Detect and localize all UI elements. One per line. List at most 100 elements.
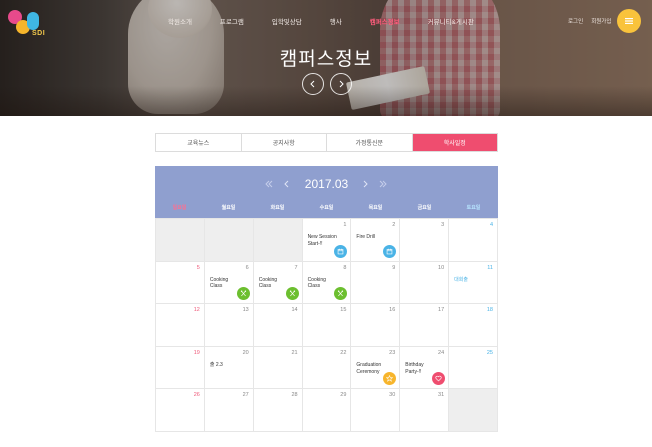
- calendar-day-cell[interactable]: 18: [449, 304, 498, 347]
- calendar-day-cell[interactable]: 10: [400, 261, 450, 305]
- calendar-day-cell[interactable]: 17: [400, 304, 450, 347]
- chevron-right-icon: [363, 180, 368, 188]
- nav-item-0[interactable]: 학원소개: [168, 16, 192, 28]
- calendar-event[interactable]: 출 2.3: [210, 362, 223, 369]
- weekday-label: 일요일: [172, 205, 187, 211]
- calendar-event[interactable]: Birthday Party-!!: [405, 362, 423, 376]
- calendar-day-cell[interactable]: 29: [302, 389, 352, 432]
- calendar-day-cell[interactable]: 12: [156, 304, 205, 347]
- calendar-day-cell[interactable]: 23 Graduation Ceremony: [351, 346, 401, 390]
- calendar-day-cell[interactable]: 28: [253, 389, 303, 432]
- calendar-event[interactable]: 대회출: [454, 277, 468, 284]
- utensils-icon: [334, 287, 348, 301]
- nav-item-4[interactable]: 캠퍼스정보: [370, 16, 400, 28]
- day-number: 3: [441, 222, 445, 228]
- day-number: 5: [196, 264, 200, 271]
- day-number: 4: [489, 222, 493, 228]
- calendar-day-cell[interactable]: 6 Cooking Class: [204, 261, 254, 305]
- login-link[interactable]: 로그인: [568, 17, 583, 25]
- next-year-button[interactable]: [377, 178, 389, 190]
- day-number: 10: [438, 264, 445, 271]
- day-number: 18: [486, 307, 493, 314]
- calendar-day-cell[interactable]: 26: [156, 389, 205, 432]
- calendar-empty-cell: [253, 219, 303, 262]
- calendar-day-cell[interactable]: 15: [302, 304, 352, 347]
- calendar-day-cell[interactable]: 16: [351, 304, 401, 347]
- day-number: 30: [389, 392, 396, 399]
- calendar-day-cell[interactable]: 13: [204, 304, 254, 347]
- nav-item-3[interactable]: 행사: [330, 16, 342, 28]
- calendar-event[interactable]: Graduation Ceremony: [356, 362, 381, 376]
- utensils-icon: [285, 287, 299, 301]
- calendar-day-cell[interactable]: 1 New Session Start-!!: [302, 219, 352, 262]
- calendar-day-cell[interactable]: 31: [400, 389, 450, 432]
- day-number: 26: [193, 392, 200, 399]
- site-logo[interactable]: SDI: [8, 8, 48, 40]
- day-number: 28: [291, 392, 298, 399]
- calendar-event[interactable]: Cooking Class: [308, 277, 326, 291]
- calendar-day-cell[interactable]: 4: [449, 219, 498, 262]
- hero-next-button[interactable]: [330, 73, 352, 95]
- tab-1[interactable]: 공지사항: [241, 134, 327, 151]
- calendar-day-cell[interactable]: 8 Cooking Class: [302, 261, 352, 305]
- calendar-day-cell[interactable]: 22: [302, 346, 352, 390]
- day-number: 2: [392, 222, 396, 228]
- star-icon: [383, 372, 397, 386]
- calendar-day-cell[interactable]: 20 출 2.3: [204, 346, 254, 390]
- weekday-label: 목요일: [368, 205, 383, 211]
- calendar-day-cell[interactable]: 27: [204, 389, 254, 432]
- tab-3[interactable]: 학사일정: [412, 134, 497, 151]
- tab-2[interactable]: 가정통신문: [327, 134, 413, 151]
- day-number: 31: [438, 392, 445, 399]
- calendar-day-cell[interactable]: 14: [253, 304, 303, 347]
- day-number: 29: [340, 392, 347, 399]
- calendar-day-cell[interactable]: 25: [449, 346, 498, 390]
- calendar-day-cell[interactable]: 3: [400, 219, 450, 262]
- calendar-event[interactable]: Fire Drill: [356, 234, 375, 241]
- calendar-day-cell[interactable]: 5: [156, 261, 205, 305]
- day-number: 12: [193, 307, 200, 314]
- calendar-day-cell[interactable]: 19: [156, 346, 205, 390]
- nav-item-1[interactable]: 프로그램: [220, 16, 244, 28]
- calendar-day-cell[interactable]: 24 Birthday Party-!!: [400, 346, 450, 390]
- main-navigation: 학원소개 프로그램 입학및상담 행사 캠퍼스정보 커뮤니티&게시판: [168, 16, 502, 28]
- calendar-icon: [334, 244, 348, 258]
- calendar-header: 2017.03 일요일 월요일 화요일 수요일 목요일 금요일 토요일: [155, 166, 498, 218]
- day-number: 24: [438, 349, 445, 356]
- calendar-day-cell[interactable]: 9: [351, 261, 401, 305]
- calendar-day-cell[interactable]: 2 Fire Drill: [351, 219, 401, 262]
- day-number: 25: [486, 349, 493, 356]
- calendar-day-cell[interactable]: 21: [253, 346, 303, 390]
- chevron-right-icon: [339, 80, 344, 88]
- calendar-event[interactable]: Cooking Class: [259, 277, 277, 291]
- day-number: 15: [340, 307, 347, 314]
- day-number: 9: [392, 264, 396, 271]
- weekday-label: 월요일: [221, 205, 236, 211]
- calendar-event[interactable]: New Session Start-!!: [308, 234, 337, 248]
- weekday-label: 수요일: [319, 205, 334, 211]
- calendar-day-cell[interactable]: 30: [351, 389, 401, 432]
- day-number: 23: [389, 349, 396, 356]
- day-number: 19: [193, 349, 200, 356]
- menu-button[interactable]: [617, 9, 641, 33]
- day-number: 22: [340, 349, 347, 356]
- calendar-empty-cell: [156, 219, 205, 262]
- calendar-event[interactable]: Cooking Class: [210, 277, 228, 291]
- hero-floor: [0, 86, 652, 116]
- day-number: 21: [291, 349, 298, 356]
- day-number: 1: [343, 222, 347, 228]
- day-number: 8: [343, 264, 347, 271]
- calendar-day-cell[interactable]: 7 Cooking Class: [253, 261, 303, 305]
- hero-prev-button[interactable]: [302, 73, 324, 95]
- day-number: 16: [389, 307, 396, 314]
- nav-item-2[interactable]: 입학및상담: [272, 16, 302, 28]
- next-month-button[interactable]: [359, 178, 371, 190]
- day-number: 13: [242, 307, 249, 314]
- nav-item-5[interactable]: 커뮤니티&게시판: [428, 16, 474, 28]
- tab-0[interactable]: 교육뉴스: [156, 134, 242, 151]
- calendar-empty-cell: [204, 219, 254, 262]
- utensils-icon: [236, 287, 250, 301]
- calendar-day-cell[interactable]: 11 대회출: [449, 261, 498, 305]
- join-link[interactable]: 회원가입: [591, 17, 611, 25]
- weekday-row: 일요일 월요일 화요일 수요일 목요일 금요일 토요일: [155, 204, 498, 211]
